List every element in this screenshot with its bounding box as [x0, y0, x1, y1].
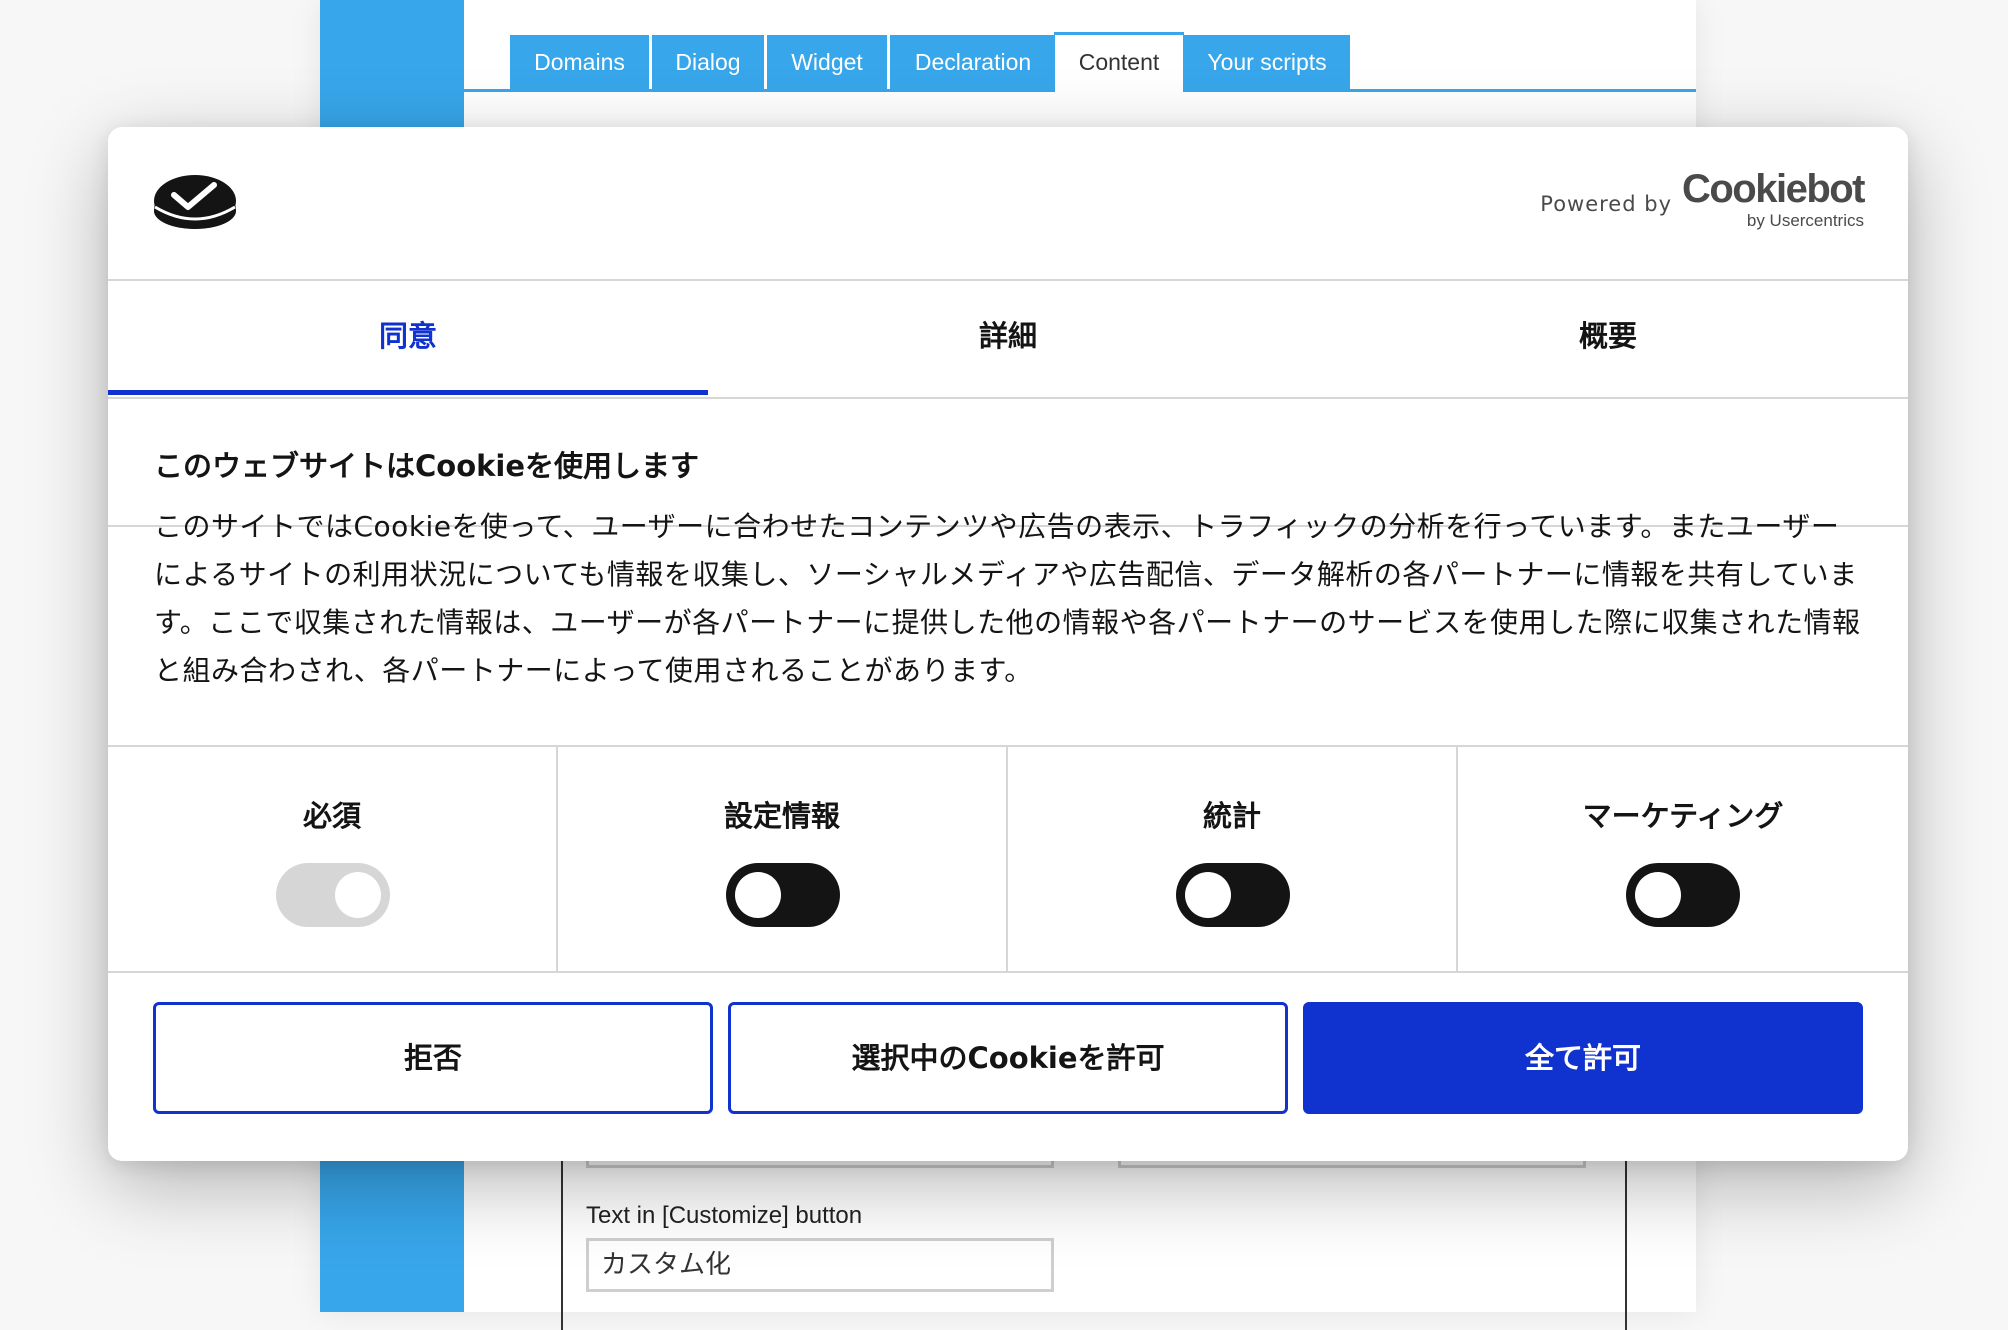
dialog-header: Powered by Cookiebot by Usercentrics	[108, 127, 1908, 281]
toggle-cell-necessary: 必須	[108, 747, 558, 971]
toggle-statistics[interactable]	[1176, 863, 1290, 927]
tab-your-scripts[interactable]: Your scripts	[1184, 35, 1350, 90]
toggle-knob	[335, 872, 381, 918]
site-logo-icon	[152, 167, 238, 239]
toggle-knob	[735, 872, 781, 918]
tab-declaration[interactable]: Declaration	[890, 35, 1056, 90]
tab-about[interactable]: 概要	[1308, 281, 1908, 395]
tab-content[interactable]: Content	[1054, 32, 1184, 92]
dialog-description: このサイトではCookieを使って、ユーザーに合わせたコンテンツや広告の表示、ト…	[154, 510, 1861, 687]
toggle-cell-marketing: マーケティング	[1458, 747, 1908, 971]
toggle-preferences[interactable]	[726, 863, 840, 927]
tab-widget[interactable]: Widget	[767, 35, 887, 90]
tab-divider	[108, 397, 1908, 399]
toggle-label-preferences: 設定情報	[723, 799, 840, 833]
dialog-title: このウェブサイトはCookieを使用します	[154, 449, 700, 483]
toggle-cell-preferences: 設定情報	[558, 747, 1008, 971]
dialog-tab-bar: 同意 詳細 概要	[108, 281, 1908, 527]
customize-button-text-input[interactable]: カスタム化	[586, 1238, 1054, 1292]
background-tab-bar: Domains Dialog Widget Declaration Conten…	[463, 30, 1696, 92]
toggle-knob	[1185, 872, 1231, 918]
toggle-cell-statistics: 統計	[1008, 747, 1458, 971]
tab-consent[interactable]: 同意	[108, 281, 708, 395]
tab-domains[interactable]: Domains	[510, 35, 649, 90]
tab-details[interactable]: 詳細	[708, 281, 1308, 395]
toggle-label-necessary: 必須	[302, 799, 361, 833]
toggle-label-marketing: マーケティング	[1582, 799, 1784, 833]
toggle-knob	[1635, 872, 1681, 918]
cookie-consent-dialog: Powered by Cookiebot by Usercentrics 同意 …	[108, 127, 1908, 1161]
allow-all-button[interactable]: 全て許可	[1303, 1002, 1863, 1114]
deny-button[interactable]: 拒否	[153, 1002, 713, 1114]
toggle-necessary	[276, 863, 390, 927]
cookiebot-brand-sub: by Usercentrics	[1746, 211, 1864, 230]
customize-button-text-label: Text in [Customize] button	[586, 1202, 863, 1229]
allow-selection-button[interactable]: 選択中のCookieを許可	[728, 1002, 1288, 1114]
toggle-marketing[interactable]	[1626, 863, 1740, 927]
cookiebot-brand-name: Cookiebot	[1681, 167, 1866, 211]
toggle-label-statistics: 統計	[1202, 799, 1261, 833]
tab-dialog[interactable]: Dialog	[652, 35, 764, 90]
cookiebot-logo[interactable]: Cookiebot by Usercentrics	[1681, 167, 1866, 231]
consent-toggle-row: 必須 設定情報 統計 マーケティング	[108, 745, 1908, 973]
powered-by-text: Powered by	[1540, 192, 1672, 216]
